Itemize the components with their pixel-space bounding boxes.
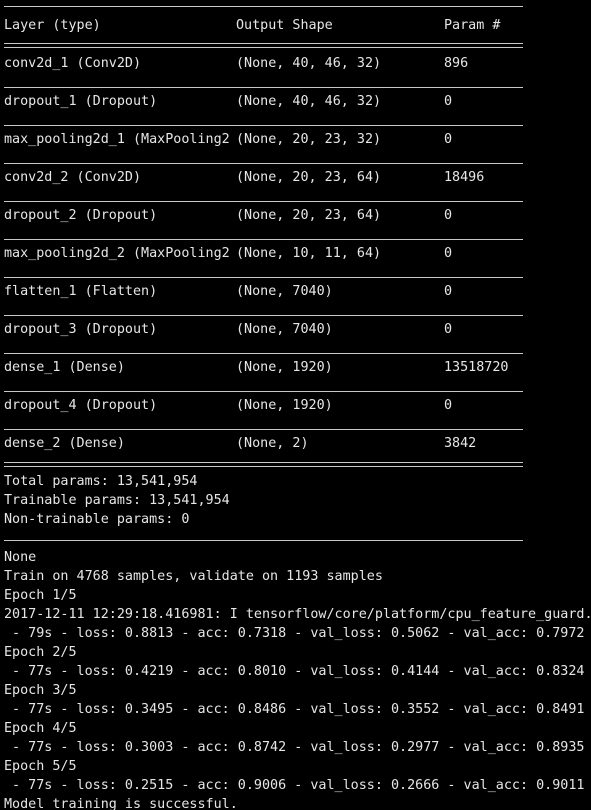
- param-count: 0: [444, 284, 453, 299]
- non-trainable-params: Non-trainable params: 0: [4, 512, 190, 527]
- row-divider: [4, 315, 523, 316]
- output-shape: (None, 2): [236, 436, 309, 451]
- row-divider: [4, 163, 523, 164]
- log-line: Model training is successful.: [4, 797, 238, 810]
- row-divider: [4, 125, 523, 126]
- output-shape: (None, 7040): [236, 284, 333, 299]
- param-count: 0: [444, 132, 453, 147]
- row-divider: [4, 87, 523, 88]
- log-line: None: [4, 550, 37, 565]
- layer-name: max_pooling2d_1 (MaxPooling2: [4, 132, 230, 147]
- log-line: Epoch 1/5: [4, 588, 77, 603]
- param-count: 3842: [444, 436, 477, 451]
- header-param-count: Param #: [444, 18, 501, 33]
- output-shape: (None, 7040): [236, 322, 333, 337]
- header-layer: Layer (type): [4, 18, 101, 33]
- row-divider: [4, 429, 523, 430]
- log-line: - 77s - loss: 0.3003 - acc: 0.8742 - val…: [4, 740, 585, 755]
- layer-name: dense_2 (Dense): [4, 436, 125, 451]
- param-count: 0: [444, 94, 453, 109]
- log-line: Epoch 5/5: [4, 759, 77, 774]
- row-divider: [4, 391, 523, 392]
- row-divider: [4, 201, 523, 202]
- layer-name: dropout_3 (Dropout): [4, 322, 158, 337]
- param-count: 0: [444, 398, 453, 413]
- layer-name: dropout_2 (Dropout): [4, 208, 158, 223]
- param-count: 0: [444, 246, 453, 261]
- layer-name: dense_1 (Dense): [4, 360, 125, 375]
- layer-name: max_pooling2d_2 (MaxPooling2: [4, 246, 230, 261]
- header-output-shape: Output Shape: [236, 18, 333, 33]
- log-line: Epoch 3/5: [4, 683, 77, 698]
- log-line: - 77s - loss: 0.3495 - acc: 0.8486 - val…: [4, 702, 585, 717]
- output-shape: (None, 20, 23, 64): [236, 170, 382, 185]
- total-params: Total params: 13,541,954: [4, 474, 198, 489]
- output-shape: (None, 1920): [236, 360, 333, 375]
- log-line: Epoch 2/5: [4, 645, 77, 660]
- output-shape: (None, 10, 11, 64): [236, 246, 382, 261]
- row-divider: [4, 353, 523, 354]
- log-line: - 77s - loss: 0.2515 - acc: 0.9006 - val…: [4, 778, 585, 793]
- log-line: Train on 4768 samples, validate on 1193 …: [4, 569, 383, 584]
- terminal-output: Layer (type) Output Shape Param # conv2d…: [0, 0, 591, 810]
- output-shape: (None, 20, 23, 32): [236, 132, 382, 147]
- log-line: - 79s - loss: 0.8813 - acc: 0.7318 - val…: [4, 626, 585, 641]
- output-shape: (None, 40, 46, 32): [236, 94, 382, 109]
- log-line: 2017-12-11 12:29:18.416981: I tensorflow…: [4, 607, 591, 622]
- log-line: - 77s - loss: 0.4219 - acc: 0.8010 - val…: [4, 664, 585, 679]
- table-top-rule: [4, 6, 523, 7]
- layer-name: dropout_4 (Dropout): [4, 398, 158, 413]
- layer-name: conv2d_1 (Conv2D): [4, 56, 142, 71]
- param-count: 0: [444, 208, 453, 223]
- row-divider: [4, 239, 523, 240]
- output-shape: (None, 40, 46, 32): [236, 56, 382, 71]
- log-line: Epoch 4/5: [4, 721, 77, 736]
- row-divider: [4, 277, 523, 278]
- table-bottom-rule: [4, 540, 523, 541]
- header-double-rule: [4, 43, 523, 48]
- layer-name: conv2d_2 (Conv2D): [4, 170, 142, 185]
- totals-double-rule: [4, 462, 523, 467]
- param-count: 896: [444, 56, 469, 71]
- layer-name: flatten_1 (Flatten): [4, 284, 158, 299]
- output-shape: (None, 20, 23, 64): [236, 208, 382, 223]
- param-count: 13518720: [444, 360, 509, 375]
- trainable-params: Trainable params: 13,541,954: [4, 493, 230, 508]
- layer-name: dropout_1 (Dropout): [4, 94, 158, 109]
- output-shape: (None, 1920): [236, 398, 333, 413]
- param-count: 18496: [444, 170, 485, 185]
- param-count: 0: [444, 322, 453, 337]
